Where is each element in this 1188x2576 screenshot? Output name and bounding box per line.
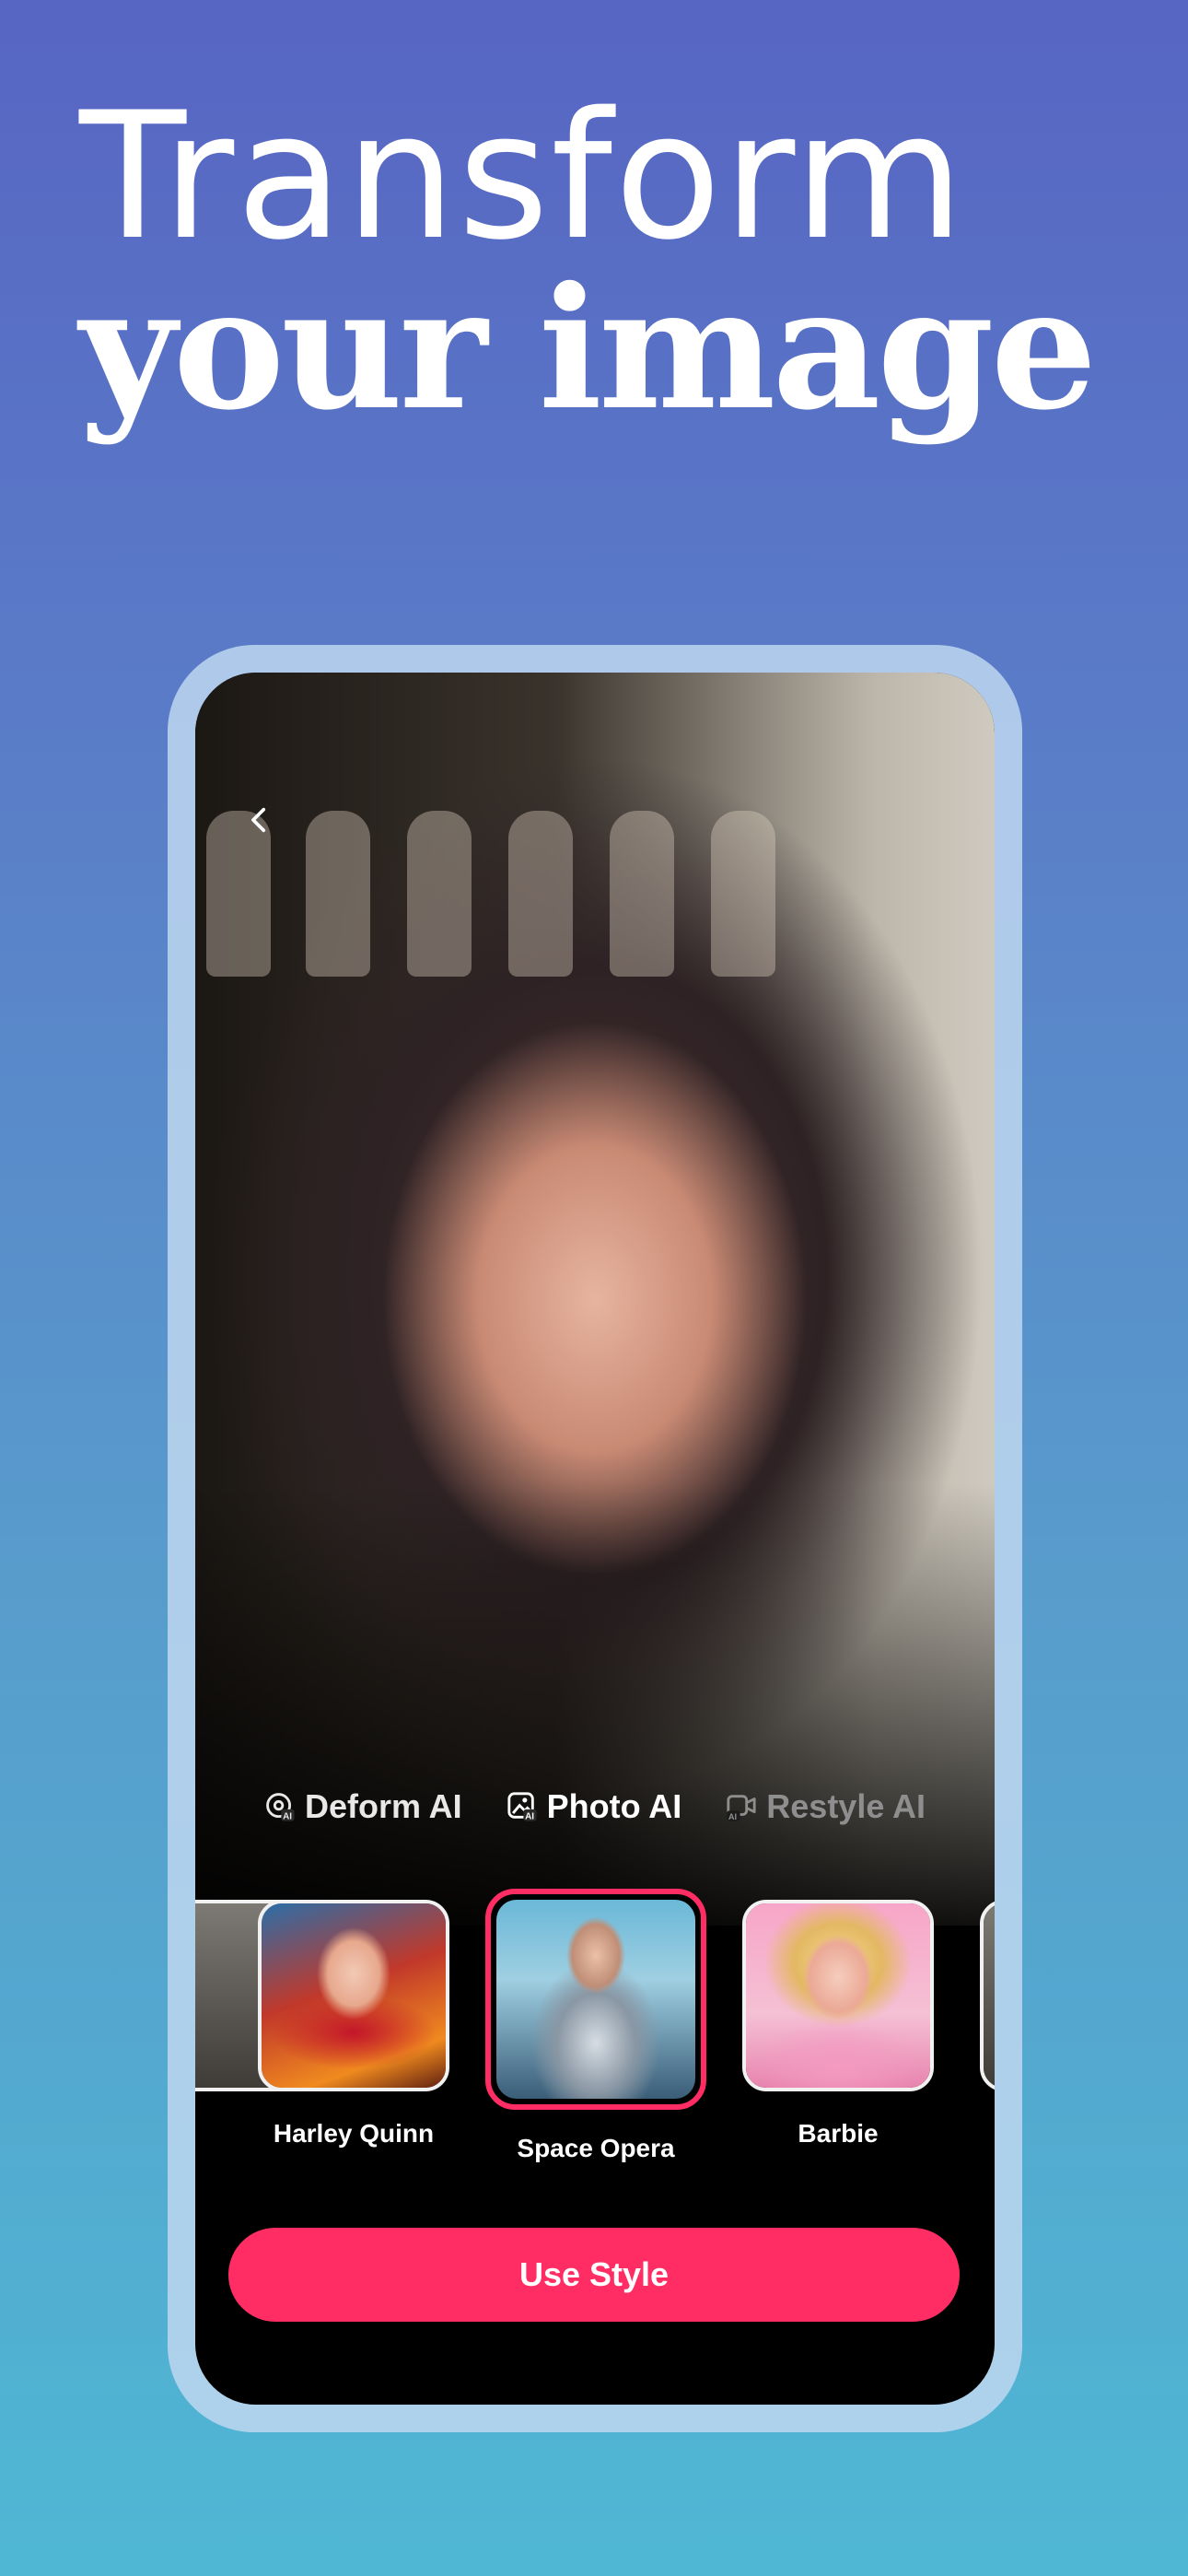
- style-card-partial-right[interactable]: [980, 1900, 995, 2091]
- tab-photo-ai[interactable]: AI Photo AI: [507, 1787, 682, 1826]
- style-thumbnail: [258, 1900, 449, 2091]
- phone-mockup: AI Deform AI AI Photo AI AI Restyle AI H…: [168, 645, 1022, 2432]
- tab-deform-ai[interactable]: AI Deform AI: [264, 1787, 462, 1826]
- style-label: Harley Quinn: [273, 2119, 435, 2148]
- tab-label: Photo AI: [546, 1787, 682, 1825]
- barbie-image: [746, 1903, 930, 2088]
- background-bottle: [610, 811, 674, 977]
- style-card-harley-quinn[interactable]: Harley Quinn: [258, 1900, 449, 2149]
- headline-line1: Transform: [79, 75, 967, 278]
- svg-text:AI: AI: [283, 1811, 292, 1821]
- svg-text:AI: AI: [728, 1812, 737, 1821]
- background-bottle: [508, 811, 573, 977]
- style-label: Space Opera: [517, 2134, 675, 2162]
- background-bottle: [407, 811, 472, 977]
- restyle-ai-icon: AI: [727, 1795, 756, 1821]
- back-button[interactable]: [232, 792, 287, 848]
- background-bottle: [306, 811, 370, 977]
- style-thumbnail: [742, 1900, 934, 2091]
- headline-line2: your image: [79, 250, 1097, 447]
- use-style-button[interactable]: Use Style: [228, 2228, 960, 2322]
- deform-ai-icon: AI: [266, 1793, 295, 1821]
- phone-screen: AI Deform AI AI Photo AI AI Restyle AI H…: [195, 673, 995, 2405]
- background-bottle: [711, 811, 775, 977]
- harley-quinn-image: [262, 1903, 446, 2088]
- style-card-space-opera[interactable]: Space Opera: [485, 1889, 706, 2163]
- style-card-barbie[interactable]: Barbie: [742, 1900, 934, 2149]
- headline: Transform your image: [79, 75, 1097, 447]
- style-label: Barbie: [798, 2119, 879, 2148]
- space-opera-image: [496, 1900, 695, 2099]
- style-thumbnail: [980, 1900, 995, 2091]
- tab-label: Deform AI: [304, 1787, 462, 1825]
- tab-restyle-ai[interactable]: AI Restyle AI: [726, 1787, 926, 1826]
- style-thumbnail: [485, 1889, 706, 2110]
- style-carousel[interactable]: Harley Quinn Space Opera Barbie: [195, 1889, 995, 2165]
- chevron-left-icon: [251, 807, 266, 833]
- tab-label: Restyle AI: [766, 1787, 926, 1825]
- mode-tabs: AI Deform AI AI Photo AI AI Restyle AI: [195, 1787, 995, 1826]
- svg-text:AI: AI: [525, 1811, 534, 1821]
- photo-ai-icon: AI: [507, 1792, 537, 1821]
